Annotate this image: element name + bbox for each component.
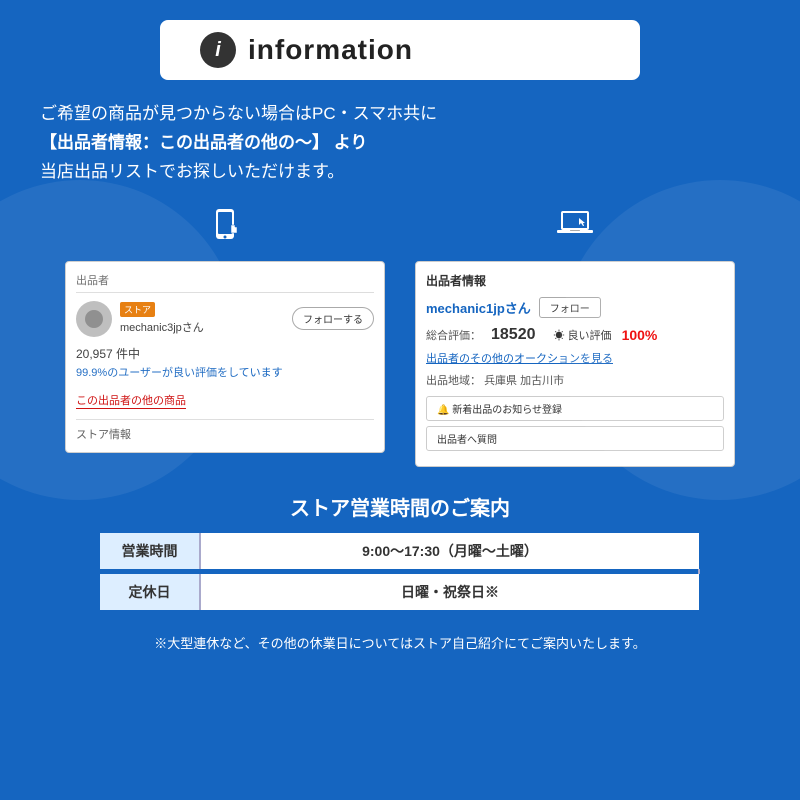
hours-title: ストア営業時間のご案内 [30, 492, 770, 521]
hours-row-2: 定休日 日曜・祝祭日※ [100, 574, 699, 610]
mobile-follow-btn[interactable]: フォローする [292, 307, 374, 330]
desc-line1: ご希望の商品が見つからない場合はPC・スマホ共に [40, 100, 760, 129]
main-container: i information ご希望の商品が見つからない場合はPC・スマホ共に 【… [0, 0, 800, 800]
desc-line3: 当店出品リストでお探しいただけます。 [40, 158, 760, 187]
hours-value-2: 日曜・祝祭日※ [200, 574, 699, 610]
pc-rating-num: 18520 [491, 326, 536, 344]
footer-note: ※大型連休など、その他の休業日についてはストア自己紹介にてご案内いたします。 [154, 634, 645, 654]
info-title: information [248, 34, 413, 66]
info-header: i information [160, 20, 640, 80]
hours-value-1: 9:00〜17:30（月曜〜土曜） [200, 533, 699, 569]
pc-rating-label: 総合評価： [426, 327, 481, 343]
hours-label-1: 営業時間 [100, 533, 200, 569]
hours-label-2: 定休日 [100, 574, 200, 610]
hours-table: 営業時間 9:00〜17:30（月曜〜土曜） 定休日 日曜・祝祭日※ [100, 533, 700, 610]
hours-row-1: 営業時間 9:00〜17:30（月曜〜土曜） [100, 533, 699, 569]
description-block: ご希望の商品が見つからない場合はPC・スマホ共に 【出品者情報：この出品者の他の… [30, 100, 770, 187]
desc-line2: 【出品者情報：この出品者の他の〜】 より [40, 129, 760, 158]
hours-section: ストア営業時間のご案内 営業時間 9:00〜17:30（月曜〜土曜） 定休日 日… [30, 492, 770, 610]
pc-seller-name: mechanic1jpさん [426, 298, 531, 317]
info-icon: i [200, 32, 236, 68]
pc-device-icon [555, 207, 595, 251]
mobile-device-icon [207, 207, 243, 251]
